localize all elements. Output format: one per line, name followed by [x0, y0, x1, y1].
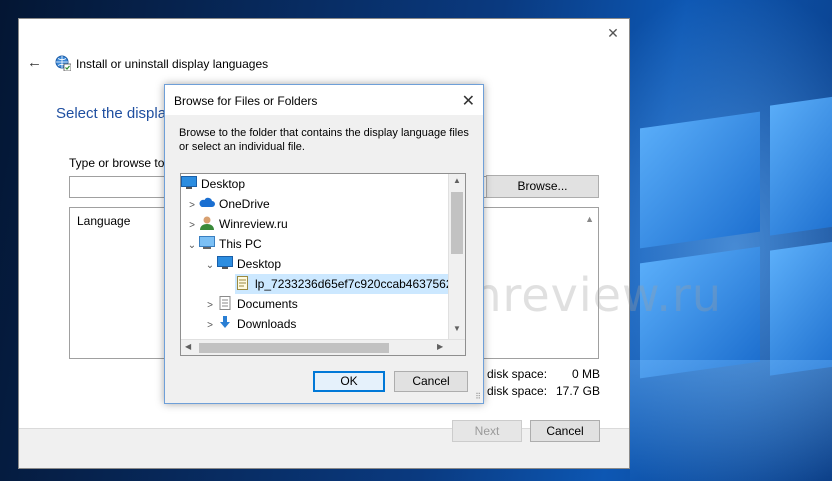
chevron-right-icon[interactable]: > [185, 216, 199, 236]
tree-item-selected[interactable]: lp_7233236d65ef7c920ccab4637562c [235, 274, 459, 294]
window-header-title: Install or uninstall display languages [76, 57, 269, 71]
next-button[interactable]: Next [452, 420, 522, 442]
page-title: Select the displa [56, 105, 167, 122]
tree-item-label: lp_7233236d65ef7c920ccab4637562c [255, 277, 459, 291]
cloud-icon [199, 197, 215, 207]
tree-item[interactable]: ⌄ Desktop [203, 254, 281, 274]
tree-item[interactable]: ⌄ This PC [185, 234, 262, 254]
desktop-icon [217, 256, 233, 269]
scroll-down-icon[interactable]: ▼ [453, 324, 461, 333]
cancel-button[interactable]: Cancel [394, 371, 468, 392]
path-label: Type or browse to [69, 156, 165, 170]
chevron-right-icon[interactable]: > [203, 316, 217, 336]
tree-item-label: OneDrive [219, 197, 270, 211]
vertical-scrollbar[interactable]: ▲ ▼ [448, 174, 465, 340]
download-icon [220, 316, 230, 328]
dialog-titlebar[interactable]: Browse for Files or Folders ✕ [165, 85, 483, 115]
scroll-up-icon[interactable]: ▲ [585, 214, 594, 224]
light-beam [630, 360, 832, 481]
tree-item-label: Desktop [237, 257, 282, 271]
tree-item[interactable]: > Documents [203, 294, 298, 314]
chevron-right-icon[interactable]: > [185, 196, 199, 216]
resize-grip-icon[interactable]: ⠿ [475, 392, 481, 401]
dialog-title: Browse for Files or Folders [174, 94, 318, 108]
browse-dialog: Browse for Files or Folders ✕ Browse to … [164, 84, 484, 404]
user-icon [200, 216, 214, 230]
tree-item-label: Documents [237, 297, 298, 311]
tree-item-label: Downloads [237, 317, 297, 331]
windows-logo-pane [770, 94, 832, 236]
close-icon[interactable]: ✕ [462, 91, 475, 111]
ok-button[interactable]: OK [313, 371, 385, 392]
tree-item[interactable]: > OneDrive [185, 194, 270, 214]
language-column-header: Language [77, 214, 131, 228]
tree-item[interactable]: Desktop [181, 174, 245, 194]
file-icon [237, 276, 248, 290]
windows-logo-pane [640, 111, 760, 249]
browse-button[interactable]: Browse... [486, 175, 599, 198]
scroll-left-icon[interactable]: ◀ [185, 342, 191, 351]
scroll-thumb[interactable] [451, 192, 463, 254]
tree-item[interactable]: > Winreview.ru [185, 214, 288, 234]
scroll-right-icon[interactable]: ▶ [437, 342, 443, 351]
chevron-down-icon[interactable]: ⌄ [185, 236, 199, 256]
cancel-button[interactable]: Cancel [530, 420, 600, 442]
disk-required-value: 0 MB [571, 367, 600, 381]
documents-icon [219, 296, 231, 310]
horizontal-scrollbar[interactable]: ◀ ▶ [181, 339, 465, 355]
disk-required-label: disk space: [487, 367, 548, 381]
language-globe-icon [55, 55, 71, 71]
disk-available-label: disk space: [487, 384, 548, 398]
computer-icon [199, 236, 215, 249]
back-arrow-icon[interactable]: ← [27, 54, 42, 71]
dialog-description: Browse to the folder that contains the d… [179, 127, 469, 153]
close-icon[interactable]: ✕ [605, 25, 621, 42]
chevron-down-icon[interactable]: ⌄ [203, 256, 217, 276]
folder-tree[interactable]: Desktop > OneDrive > Winreview.ru ⌄ This PC… [180, 173, 466, 356]
tree-item-label: Winreview.ru [219, 217, 288, 231]
desktop-icon [181, 176, 197, 189]
tree-item-label: This PC [219, 237, 262, 251]
scroll-thumb[interactable] [199, 343, 389, 353]
scroll-up-icon[interactable]: ▲ [453, 176, 461, 185]
chevron-right-icon[interactable]: > [203, 296, 217, 316]
disk-available-value: 17.7 GB [555, 384, 600, 398]
windows-logo-pane [770, 239, 832, 376]
tree-item-label: Desktop [201, 177, 246, 191]
tree-item[interactable]: > Downloads [203, 314, 296, 334]
